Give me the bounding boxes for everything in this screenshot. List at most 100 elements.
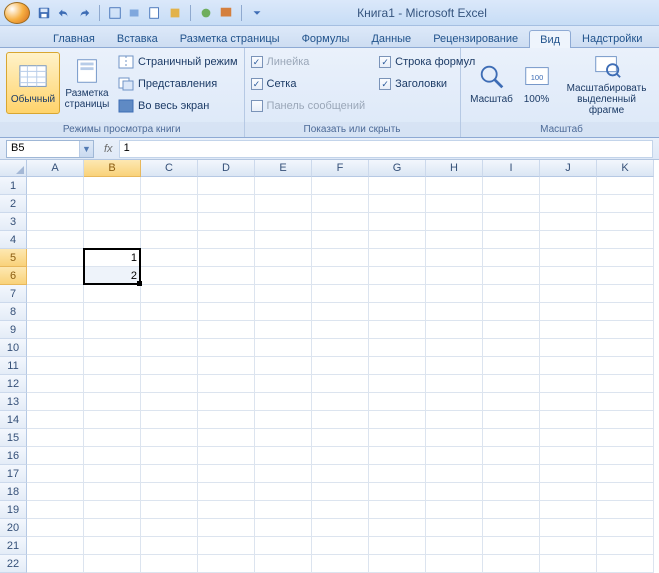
cell[interactable]	[312, 537, 369, 555]
cell[interactable]	[312, 357, 369, 375]
cell[interactable]	[312, 249, 369, 267]
qat-dropdown-icon[interactable]	[249, 5, 265, 21]
name-box[interactable]: B5 ▼	[6, 140, 94, 158]
tab-view[interactable]: Вид	[529, 30, 571, 48]
cell[interactable]	[312, 483, 369, 501]
cell[interactable]: 1	[84, 249, 141, 267]
cell[interactable]	[84, 537, 141, 555]
cell[interactable]	[426, 537, 483, 555]
cell[interactable]	[597, 195, 654, 213]
row-header[interactable]: 2	[0, 195, 27, 213]
cell[interactable]	[597, 555, 654, 573]
cell[interactable]	[84, 411, 141, 429]
cell[interactable]	[540, 465, 597, 483]
cell[interactable]	[27, 285, 84, 303]
cell[interactable]	[84, 213, 141, 231]
gridlines-checkbox[interactable]: ✓Сетка	[251, 74, 366, 94]
cell[interactable]	[27, 375, 84, 393]
row-header[interactable]: 20	[0, 519, 27, 537]
cell[interactable]	[369, 195, 426, 213]
cell[interactable]	[255, 393, 312, 411]
cell[interactable]	[597, 177, 654, 195]
cell[interactable]	[426, 285, 483, 303]
cell[interactable]	[369, 303, 426, 321]
cell[interactable]	[255, 195, 312, 213]
cell[interactable]	[483, 339, 540, 357]
cell[interactable]	[141, 231, 198, 249]
cell-grid[interactable]: 12	[27, 177, 654, 573]
cell[interactable]	[27, 483, 84, 501]
cell[interactable]	[255, 447, 312, 465]
name-box-dropdown-icon[interactable]: ▼	[79, 141, 93, 157]
cell[interactable]	[255, 429, 312, 447]
cell[interactable]	[141, 555, 198, 573]
cell[interactable]	[141, 249, 198, 267]
cell[interactable]	[141, 339, 198, 357]
full-screen-button[interactable]: Во весь экран	[118, 96, 238, 116]
page-layout-button[interactable]: Разметка страницы	[60, 52, 114, 114]
cell[interactable]	[27, 357, 84, 375]
row-header[interactable]: 1	[0, 177, 27, 195]
cell[interactable]	[84, 285, 141, 303]
cell[interactable]	[255, 267, 312, 285]
custom-views-button[interactable]: Представления	[118, 74, 238, 94]
zoom-button[interactable]: Масштаб	[467, 52, 517, 114]
cell[interactable]	[27, 195, 84, 213]
cell[interactable]	[426, 321, 483, 339]
messages-checkbox[interactable]: Панель сообщений	[251, 96, 366, 116]
cell[interactable]	[312, 375, 369, 393]
cell[interactable]	[540, 357, 597, 375]
cell[interactable]	[198, 321, 255, 339]
cell[interactable]	[312, 339, 369, 357]
qat-icon-4[interactable]	[167, 5, 183, 21]
cell[interactable]	[27, 501, 84, 519]
row-header[interactable]: 19	[0, 501, 27, 519]
row-header[interactable]: 17	[0, 465, 27, 483]
row-header[interactable]: 14	[0, 411, 27, 429]
cell[interactable]	[141, 411, 198, 429]
cell[interactable]	[255, 303, 312, 321]
cell[interactable]	[198, 519, 255, 537]
cell[interactable]	[198, 393, 255, 411]
save-icon[interactable]	[36, 5, 52, 21]
row-header[interactable]: 12	[0, 375, 27, 393]
cell[interactable]	[27, 555, 84, 573]
cell[interactable]	[141, 465, 198, 483]
cell[interactable]	[426, 357, 483, 375]
cell[interactable]	[84, 231, 141, 249]
cell[interactable]	[426, 177, 483, 195]
cell[interactable]	[27, 537, 84, 555]
cell[interactable]	[255, 285, 312, 303]
cell[interactable]	[198, 357, 255, 375]
cell[interactable]	[483, 429, 540, 447]
cell[interactable]	[84, 429, 141, 447]
cell[interactable]	[597, 501, 654, 519]
cell[interactable]	[312, 447, 369, 465]
column-header[interactable]: B	[84, 160, 141, 177]
cell[interactable]	[426, 411, 483, 429]
cell[interactable]	[369, 483, 426, 501]
cell[interactable]	[540, 303, 597, 321]
cell[interactable]	[483, 213, 540, 231]
cell[interactable]	[426, 339, 483, 357]
column-header[interactable]: F	[312, 160, 369, 177]
cell[interactable]	[426, 447, 483, 465]
cell[interactable]	[597, 375, 654, 393]
cell[interactable]	[369, 411, 426, 429]
cell[interactable]	[255, 357, 312, 375]
cell[interactable]	[141, 177, 198, 195]
column-header[interactable]: E	[255, 160, 312, 177]
cell[interactable]	[312, 465, 369, 483]
tab-formulas[interactable]: Формулы	[291, 29, 361, 47]
cell[interactable]	[540, 285, 597, 303]
row-header[interactable]: 4	[0, 231, 27, 249]
cell[interactable]	[369, 375, 426, 393]
cell[interactable]	[84, 339, 141, 357]
cell[interactable]	[198, 411, 255, 429]
cell[interactable]	[540, 429, 597, 447]
select-all-button[interactable]	[0, 160, 27, 177]
cell[interactable]	[369, 501, 426, 519]
column-header[interactable]: D	[198, 160, 255, 177]
ruler-checkbox[interactable]: ✓Линейка	[251, 52, 366, 72]
cell[interactable]	[141, 321, 198, 339]
